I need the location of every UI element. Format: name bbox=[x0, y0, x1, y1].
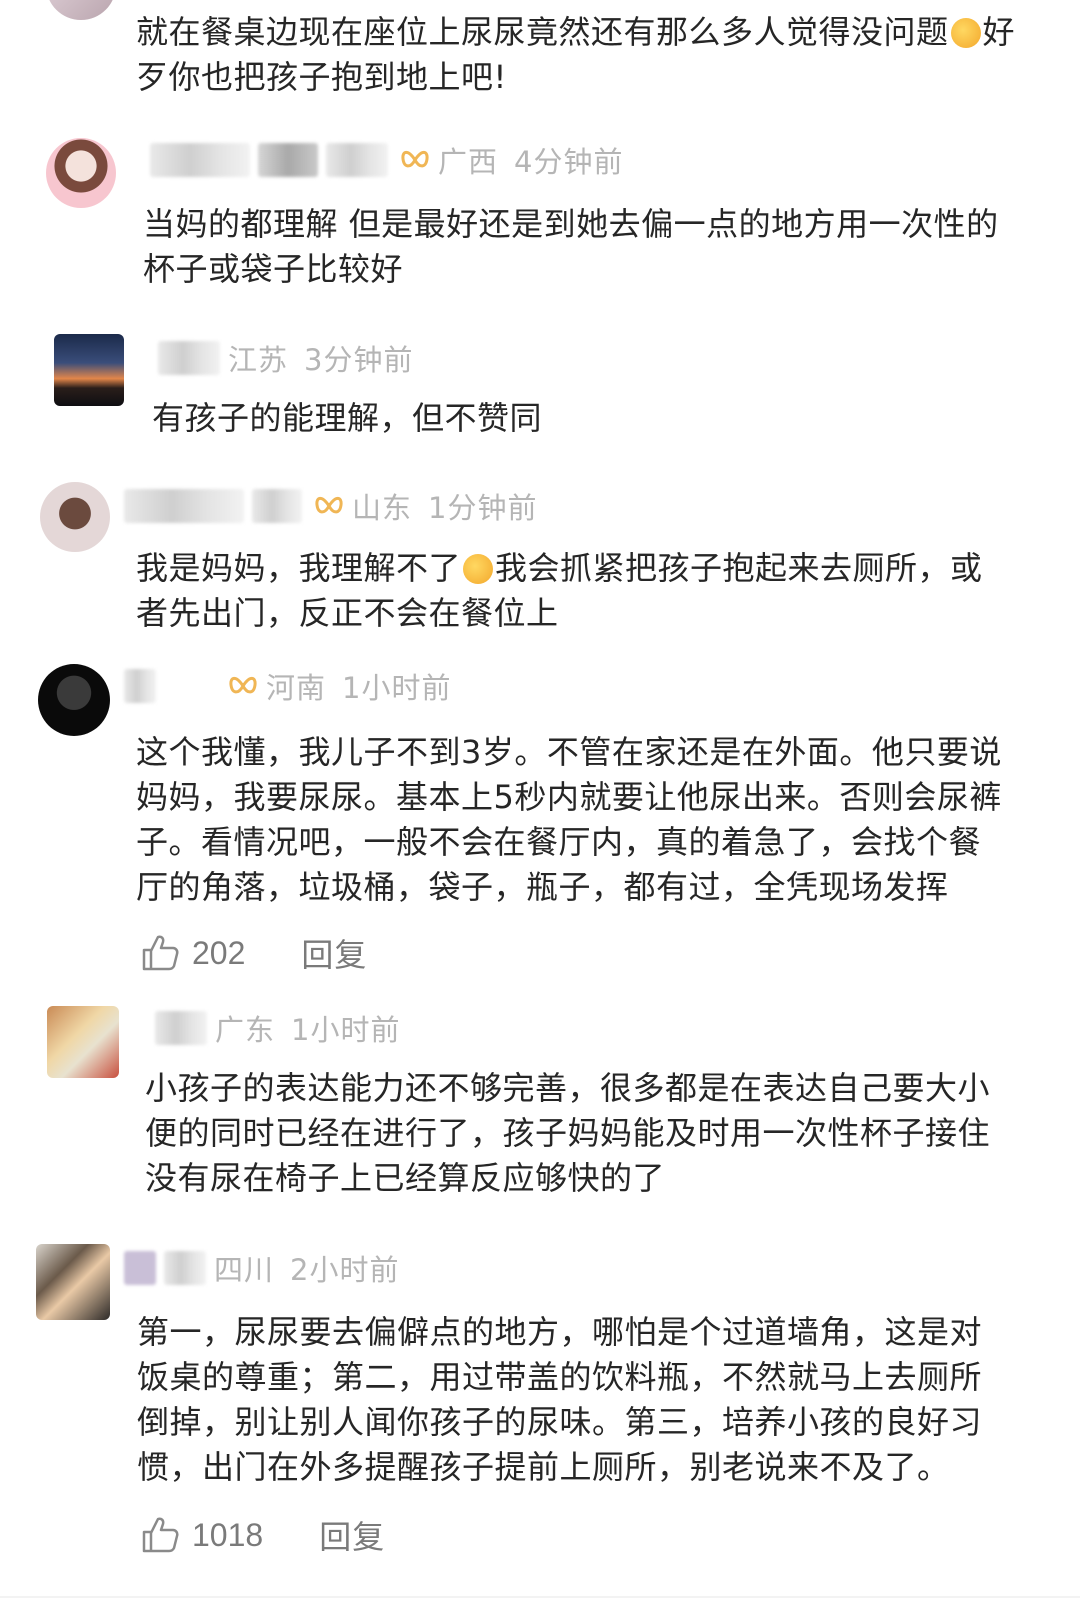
comment-text: 第一，尿尿要去偏僻点的地方，哪怕是个过道墙角，这是对饭桌的尊重；第二，用过带盖的… bbox=[137, 1313, 983, 1486]
comment-header: 山东 1分钟前 bbox=[124, 486, 537, 526]
username-redacted[interactable] bbox=[164, 1251, 206, 1285]
comment-region: 河南 bbox=[266, 671, 327, 705]
reply-button[interactable]: 回复 bbox=[319, 1512, 385, 1558]
thumbs-up-icon[interactable] bbox=[140, 1515, 180, 1555]
avatar[interactable] bbox=[40, 482, 110, 552]
avatar[interactable] bbox=[38, 664, 110, 736]
comment-header: 广西 4分钟前 bbox=[150, 140, 623, 180]
avatar[interactable] bbox=[46, 0, 116, 20]
username-redacted[interactable] bbox=[326, 143, 388, 177]
crying-face-emoji-icon bbox=[463, 554, 494, 584]
crying-face-emoji-icon bbox=[950, 18, 981, 48]
comment-text: 我是妈妈，我理解不了 我会抓紧把孩子抱起来去厕所，或者先出门，反正不会在餐位上 bbox=[136, 549, 983, 632]
comment-region: 广西 bbox=[438, 145, 499, 179]
like-count: 1018 bbox=[192, 1516, 264, 1553]
comment-time: 2小时前 bbox=[290, 1253, 400, 1287]
username-redacted[interactable] bbox=[258, 143, 318, 177]
thumbs-up-icon[interactable] bbox=[140, 933, 180, 973]
vip-bow-badge-icon bbox=[315, 496, 343, 514]
comment-header: 江苏 3分钟前 bbox=[158, 338, 413, 378]
comment-text: 就在餐桌边现在座位上尿尿竟然还有那么多人觉得没问题 好歹你也把孩子抱到地上吧! bbox=[136, 13, 1016, 96]
comment-region: 山东 bbox=[352, 491, 413, 525]
comment-text: 小孩子的表达能力还不够完善，很多都是在表达自己要大小便的同时已经在进行了，孩子妈… bbox=[145, 1069, 991, 1197]
comment-text: 有孩子的能理解，但不赞同 bbox=[152, 399, 543, 437]
avatar[interactable] bbox=[54, 334, 124, 406]
comment-time: 3分钟前 bbox=[304, 343, 414, 377]
username-redacted[interactable] bbox=[124, 669, 156, 703]
username-redacted[interactable] bbox=[158, 341, 220, 375]
comment-header: 河南 1小时前 bbox=[124, 666, 451, 706]
avatar[interactable] bbox=[36, 1244, 110, 1320]
comment-actions: 1018 回复 bbox=[140, 1512, 385, 1558]
comment-text: 当妈的都理解 但是最好还是到她去偏一点的地方用一次性的杯子或袋子比较好 bbox=[143, 205, 999, 288]
comment-actions: 202 回复 bbox=[140, 930, 367, 976]
vip-bow-badge-icon bbox=[229, 676, 257, 694]
username-redacted[interactable] bbox=[155, 1011, 207, 1045]
like-count: 202 bbox=[192, 934, 246, 971]
comment-time: 4分钟前 bbox=[514, 145, 624, 179]
comment-text: 这个我懂，我儿子不到3岁。不管在家还是在外面。他只要说妈妈，我要尿尿。基本上5秒… bbox=[136, 733, 1002, 906]
username-redacted[interactable] bbox=[150, 143, 250, 177]
avatar[interactable] bbox=[47, 1006, 119, 1078]
comment-region: 江苏 bbox=[228, 343, 289, 377]
comment-time: 1小时前 bbox=[291, 1013, 401, 1047]
comment-time: 1小时前 bbox=[342, 671, 452, 705]
comment-region: 四川 bbox=[214, 1253, 275, 1287]
comment-region: 广东 bbox=[215, 1013, 276, 1047]
username-redacted[interactable] bbox=[124, 1251, 156, 1285]
vip-bow-badge-icon bbox=[401, 150, 429, 168]
reply-button[interactable]: 回复 bbox=[301, 930, 367, 976]
comment-header: 四川 2小时前 bbox=[124, 1248, 399, 1288]
username-redacted[interactable] bbox=[124, 489, 244, 523]
comment-header: 广东 1小时前 bbox=[155, 1008, 400, 1048]
username-redacted[interactable] bbox=[252, 489, 302, 523]
avatar[interactable] bbox=[46, 138, 116, 208]
divider bbox=[0, 1596, 1080, 1598]
comment-time: 1分钟前 bbox=[428, 491, 538, 525]
